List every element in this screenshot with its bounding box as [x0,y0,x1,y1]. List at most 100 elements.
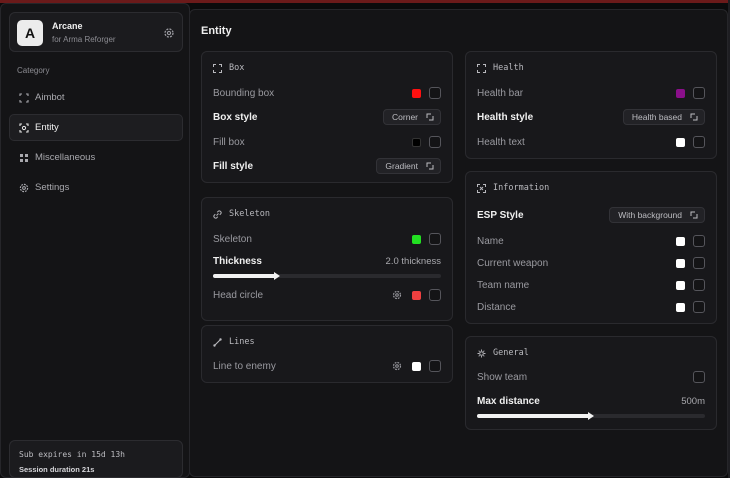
team-name-label: Team name [477,279,530,291]
skeleton-color-swatch[interactable] [412,234,421,244]
health-text-color-swatch[interactable] [676,137,685,147]
thickness-label: Thickness [213,255,262,267]
health-text-label: Health text [477,136,525,148]
box-corners-icon [477,63,486,73]
fill-box-checkbox[interactable] [429,136,441,148]
fill-box-color-swatch[interactable] [412,137,421,147]
distance-color-swatch[interactable] [676,302,685,312]
health-bar-row: Health bar [477,84,705,102]
team-name-checkbox[interactable] [693,279,705,291]
gear-icon [19,183,29,192]
slider-fill [213,274,277,278]
page-title: Entity [201,25,232,37]
distance-label: Distance [477,301,516,313]
thickness-slider[interactable] [213,272,441,280]
health-style-label: Health style [477,111,534,123]
health-style-select[interactable]: Health based [622,109,705,125]
dropdown-icon [690,113,698,121]
select-value: With background [618,210,682,220]
health-card: Health Health bar Health style Health ba… [465,51,717,159]
health-bar-checkbox[interactable] [693,87,705,99]
card-title: Information [477,183,549,193]
card-title-text: Lines [229,337,255,347]
target-box-icon [19,122,29,133]
sidebar-item-label: Aimbot [35,92,65,103]
sidebar-item-entity[interactable]: Entity [9,114,183,141]
health-bar-label: Health bar [477,87,524,99]
link-icon [213,209,222,219]
max-distance-slider[interactable] [477,412,705,420]
team-name-row: Team name [477,276,705,294]
head-circle-checkbox[interactable] [429,289,441,301]
main-panel: Entity Box Bounding box Box style Corner [189,9,728,477]
select-value: Corner [392,112,418,122]
skeleton-checkbox[interactable] [429,233,441,245]
max-distance-row: Max distance 500m [477,392,705,410]
line-to-enemy-row: Line to enemy [213,357,441,375]
dropdown-icon [690,211,698,219]
slider-handle[interactable] [588,412,594,420]
info-target-icon [477,183,486,193]
health-bar-color-swatch[interactable] [676,88,685,98]
current-weapon-row: Current weapon [477,254,705,272]
bounding-box-label: Bounding box [213,87,275,99]
health-text-checkbox[interactable] [693,136,705,148]
brand-card: A Arcane for Arma Reforger [9,12,183,52]
sidebar-item-label: Settings [35,182,70,193]
gear-icon[interactable] [392,361,402,371]
show-team-row: Show team [477,368,705,386]
brand-logo: A [17,20,43,46]
team-name-color-swatch[interactable] [676,280,685,290]
settings-sun-icon [477,349,486,357]
line-to-enemy-label: Line to enemy [213,360,276,372]
subscription-card: Sub expires in 15d 13h Session duration … [9,440,183,478]
bounding-box-row: Bounding box [213,84,441,102]
gear-icon[interactable] [392,290,402,300]
show-team-checkbox[interactable] [693,371,705,383]
name-checkbox[interactable] [693,235,705,247]
gear-icon[interactable] [163,27,175,39]
box-style-row: Box style Corner [213,108,441,126]
subscription-expiry: Sub expires in 15d 13h [19,450,125,459]
box-card: Box Bounding box Box style Corner Fill b… [201,51,453,183]
sidebar-item-settings[interactable]: Settings [9,174,183,201]
distance-checkbox[interactable] [693,301,705,313]
sidebar-nav: Aimbot Entity Miscellaneous Settings [9,84,183,204]
card-title-text: General [493,348,529,358]
slider-handle[interactable] [273,272,280,280]
head-circle-color-swatch[interactable] [412,290,421,300]
box-style-select[interactable]: Corner [383,109,441,125]
card-title-text: Health [493,63,524,73]
skeleton-card: Skeleton Skeleton Thickness 2.0 thicknes… [201,197,453,321]
card-title: General [477,348,529,358]
name-color-swatch[interactable] [676,236,685,246]
show-team-label: Show team [477,371,528,383]
line-to-enemy-checkbox[interactable] [429,360,441,372]
category-label: Category [17,66,50,75]
card-title: Box [213,63,244,73]
name-label: Name [477,235,504,247]
esp-style-select[interactable]: With background [609,207,705,223]
line-to-enemy-color-swatch[interactable] [412,361,421,371]
fill-style-select[interactable]: Gradient [376,158,441,174]
current-weapon-checkbox[interactable] [693,257,705,269]
dropdown-icon [426,113,434,121]
box-corners-icon [213,63,222,73]
session-duration: Session duration 21s [19,465,95,474]
card-title: Health [477,63,524,73]
sidebar-item-miscellaneous[interactable]: Miscellaneous [9,144,183,171]
sidebar-item-aimbot[interactable]: Aimbot [9,84,183,111]
diagonal-line-icon [213,337,222,347]
box-style-label: Box style [213,111,258,123]
head-circle-label: Head circle [213,289,264,301]
current-weapon-color-swatch[interactable] [676,258,685,268]
name-row: Name [477,232,705,250]
card-title: Lines [213,337,255,347]
card-title: Skeleton [213,209,270,219]
bounding-box-checkbox[interactable] [429,87,441,99]
general-card: General Show team Max distance 500m [465,336,717,430]
bounding-box-color-swatch[interactable] [412,88,421,98]
slider-fill [477,414,591,418]
card-title-text: Information [493,183,550,193]
brand-name: Arcane [52,21,83,31]
